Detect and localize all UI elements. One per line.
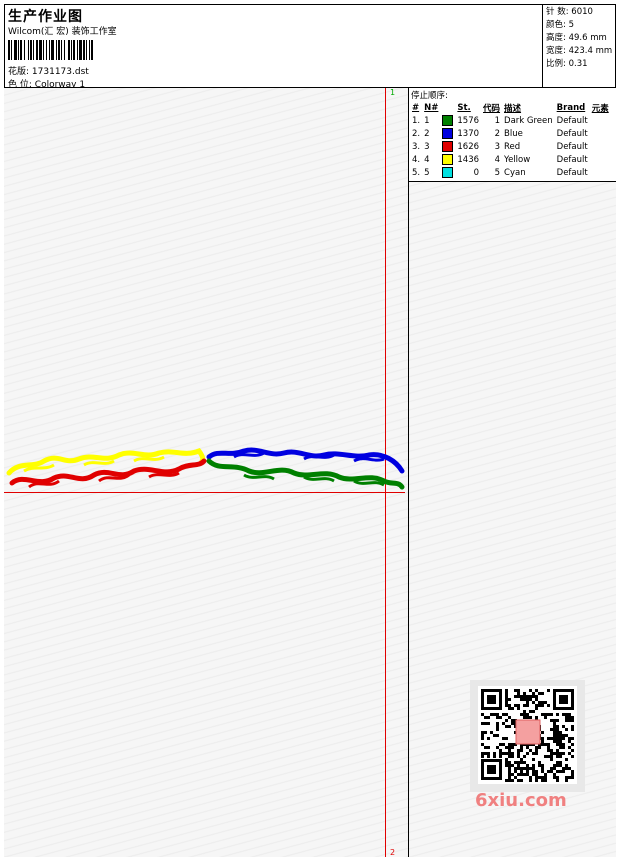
table-row: 2. 2 1370 2 Blue Default — [410, 127, 611, 140]
embroidery-design — [6, 447, 405, 490]
row-stitches: 1576 — [457, 115, 480, 126]
stop-sequence-table: # N# St. 代码 描述 Brand 元素 1. 1 1576 1 Dark Gre… — [410, 101, 611, 179]
stat-height: 高度: 49.6 mm — [546, 33, 607, 43]
row-brand: Default — [556, 167, 588, 178]
color-swatch — [442, 167, 454, 178]
row-code: 2 — [494, 128, 501, 139]
row-needle: 2 — [424, 128, 430, 139]
qr-code — [470, 680, 585, 792]
row-index: 4. — [412, 154, 421, 165]
stats-box: 针 数: 6010 颜色: 5 高度: 49.6 mm 宽度: 423.4 mm… — [542, 4, 616, 88]
row-description: Cyan — [504, 167, 526, 178]
row-needle: 5 — [424, 167, 430, 178]
row-description: Red — [504, 141, 521, 152]
marker-bottom: 2 — [390, 848, 396, 857]
company-name: Wilcom(汇 宏) 装饰工作室 — [8, 27, 117, 37]
table-row: 3. 3 1626 3 Red Default — [410, 140, 611, 153]
row-stitches: 0 — [473, 167, 480, 178]
row-brand: Default — [556, 115, 588, 126]
marker-top: 1 — [390, 88, 396, 97]
col-needle: N# — [424, 102, 439, 113]
row-stitches: 1436 — [457, 154, 480, 165]
color-swatch — [442, 141, 454, 152]
row-description: Dark Green — [504, 115, 553, 126]
qr-code-graphic — [478, 686, 577, 784]
col-stitches: St. — [457, 102, 471, 113]
row-element — [590, 166, 611, 179]
design-label: 花版: — [8, 67, 30, 77]
stop-sequence-box: 停止顺序: # N# St. 代码 描述 Brand 元素 1. 1 1576 1 Da… — [409, 88, 616, 182]
col-brand: Brand — [556, 102, 586, 113]
stat-scale: 比例: 0.31 — [546, 59, 588, 69]
row-brand: Default — [556, 128, 588, 139]
row-needle: 3 — [424, 141, 430, 152]
color-swatch — [442, 128, 454, 139]
row-index: 3. — [412, 141, 421, 152]
stat-width: 宽度: 423.4 mm — [546, 46, 613, 56]
row-index: 1. — [412, 115, 421, 126]
row-stitches: 1626 — [457, 141, 480, 152]
row-code: 1 — [494, 115, 501, 126]
row-brand: Default — [556, 154, 588, 165]
row-element — [590, 114, 611, 127]
design-line: 花版: 1731173.dst — [8, 64, 89, 77]
color-swatch — [442, 115, 454, 126]
table-row: 1. 1 1576 1 Dark Green Default — [410, 114, 611, 127]
design-canvas: 1 2 — [4, 88, 409, 857]
row-swatch — [440, 127, 455, 140]
stat-stitches: 针 数: 6010 — [546, 7, 593, 17]
row-swatch — [440, 140, 455, 153]
row-needle: 4 — [424, 154, 430, 165]
row-swatch — [440, 166, 455, 179]
barcode — [8, 40, 93, 60]
stop-sequence-title: 停止顺序: — [411, 91, 448, 101]
row-element — [590, 140, 611, 153]
col-element: 元素 — [591, 103, 609, 114]
row-needle: 1 — [424, 115, 430, 126]
col-description: 描述 — [504, 103, 522, 114]
stat-colors: 颜色: 5 — [546, 20, 574, 30]
row-brand: Default — [556, 141, 588, 152]
row-index: 5. — [412, 167, 421, 178]
row-element — [590, 127, 611, 140]
row-element — [590, 153, 611, 166]
col-code: 代码 — [483, 103, 501, 114]
row-index: 2. — [412, 128, 421, 139]
row-code: 5 — [494, 167, 501, 178]
row-swatch — [440, 114, 455, 127]
header: 生产作业图 Wilcom(汇 宏) 装饰工作室 花版: 1731173.dst … — [4, 4, 616, 90]
page-title: 生产作业图 — [8, 9, 83, 25]
design-value: 1731173.dst — [31, 67, 89, 77]
watermark: 6xiu.com — [475, 790, 567, 811]
col-swatch — [440, 101, 455, 114]
row-swatch — [440, 153, 455, 166]
table-row: 4. 4 1436 4 Yellow Default — [410, 153, 611, 166]
color-swatch — [442, 154, 454, 165]
row-description: Yellow — [504, 154, 531, 165]
col-index: # — [412, 102, 420, 113]
table-row: 5. 5 0 5 Cyan Default — [410, 166, 611, 179]
row-description: Blue — [504, 128, 523, 139]
row-code: 4 — [494, 154, 501, 165]
row-code: 3 — [494, 141, 501, 152]
row-stitches: 1370 — [457, 128, 480, 139]
table-header-row: # N# St. 代码 描述 Brand 元素 — [410, 101, 611, 114]
